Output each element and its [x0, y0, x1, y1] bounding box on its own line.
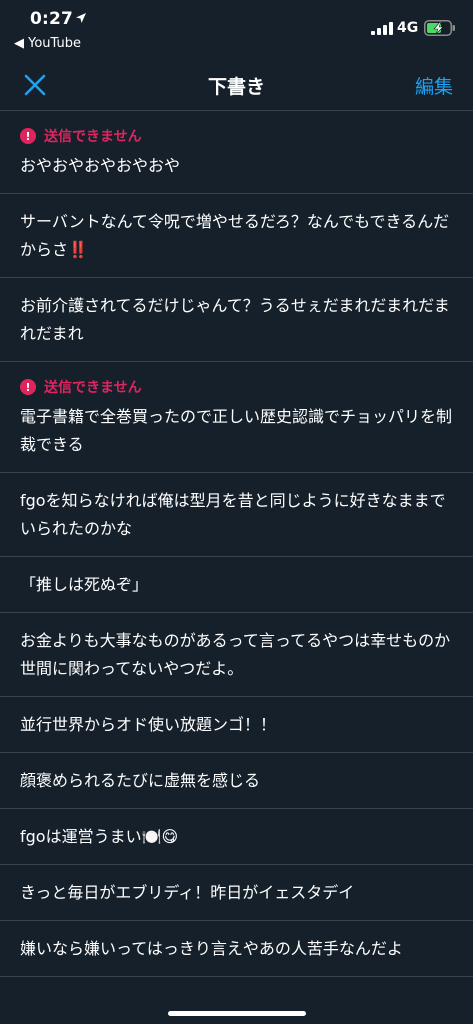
draft-item[interactable]: fgoは運営うまい🍽️😋	[0, 809, 473, 865]
send-error-row: ! 送信できません	[20, 125, 453, 147]
network-type: 4G	[397, 20, 419, 36]
draft-text: 「推しは死ぬぞ」	[20, 575, 149, 594]
draft-text: 嫌いなら嫌いってはっきり言えやあの人苦手なんだよ	[20, 939, 403, 958]
home-indicator	[168, 1011, 306, 1016]
send-error-label: 送信できません	[44, 380, 142, 396]
error-icon: !	[20, 379, 36, 395]
drafts-list: ! 送信できません おやおやおやおやおや サーバントなんて令呪で増やせるだろ？なんでも…	[0, 111, 473, 977]
nav-bar: 下書き 編集	[0, 60, 473, 111]
draft-text: きっと毎日がエブリディ！昨日がイェスタデイ	[20, 883, 355, 902]
draft-text: 並行世界からオド使い放題ンゴ！！	[20, 715, 277, 734]
draft-text: おやおやおやおやおや	[20, 156, 181, 175]
draft-item[interactable]: 嫌いなら嫌いってはっきり言えやあの人苦手なんだよ	[0, 921, 473, 977]
back-to-app-link[interactable]: ◀ YouTube	[14, 36, 81, 51]
draft-text: fgoを知らなければ俺は型月を昔と同じように好きなままでいられたのかな	[20, 491, 446, 538]
draft-item[interactable]: きっと毎日がエブリディ！昨日がイェスタデイ	[0, 865, 473, 921]
location-arrow-icon	[76, 13, 86, 23]
draft-item[interactable]: 並行世界からオド使い放題ンゴ！！	[0, 697, 473, 753]
draft-text: 顔褒められるたびに虚無を感じる	[20, 771, 261, 790]
draft-item[interactable]: お金よりも大事なものがあるって言ってるやつは幸せものか世間に関わってないやつだよ…	[0, 613, 473, 697]
draft-text: fgoは運営うまい🍽️😋	[20, 827, 179, 846]
draft-item[interactable]: 「推しは死ぬぞ」	[0, 557, 473, 613]
send-error-row: ! 送信できません	[20, 376, 453, 398]
draft-item[interactable]: 顔褒められるたびに虚無を感じる	[0, 753, 473, 809]
draft-text: お金よりも大事なものがあるって言ってるやつは幸せものか世間に関わってないやつだよ…	[20, 631, 451, 678]
send-error-label: 送信できません	[44, 129, 142, 145]
draft-item[interactable]: fgoを知らなければ俺は型月を昔と同じように好きなままでいられたのかな	[0, 473, 473, 557]
battery-charging-icon	[424, 20, 455, 36]
page-title: 下書き	[207, 76, 265, 98]
draft-item[interactable]: サーバントなんて令呪で増やせるだろ？なんでもできるんだからさ‼️	[0, 194, 473, 278]
draft-item[interactable]: ! 送信できませんおやおやおやおやおや	[0, 111, 473, 194]
error-icon: !	[20, 128, 36, 144]
draft-text: 電子書籍で全巻買ったので正しい歴史認識でチョッパリを制裁できる	[20, 407, 453, 454]
draft-item[interactable]: ! 送信できません電子書籍で全巻買ったので正しい歴史認識でチョッパリを制裁できる	[0, 362, 473, 473]
status-time: 0:27	[30, 9, 74, 29]
edit-button[interactable]: 編集	[415, 72, 453, 99]
draft-item[interactable]: お前介護されてるだけじゃんて？うるせぇだまれだまれだまれだまれ	[0, 278, 473, 362]
draft-text: お前介護されてるだけじゃんて？うるせぇだまれだまれだまれだまれ	[20, 296, 450, 343]
signal-bars-icon	[371, 22, 393, 35]
draft-text: サーバントなんて令呪で増やせるだろ？なんでもできるんだからさ‼️	[20, 212, 450, 259]
status-bar: 0:27 ◀ YouTube 4G	[0, 0, 473, 60]
